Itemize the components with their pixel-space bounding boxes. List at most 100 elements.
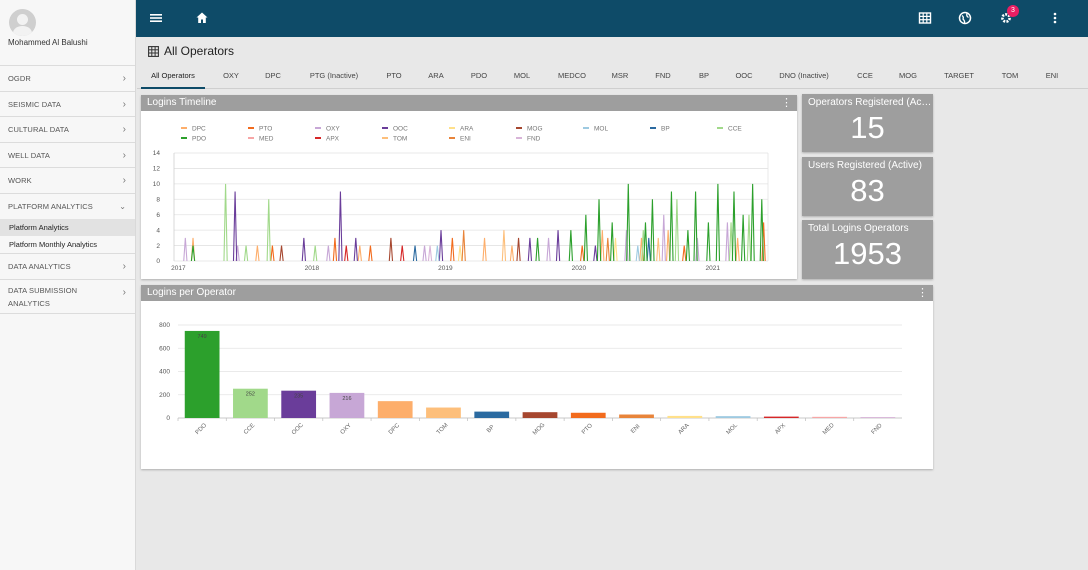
sidebar-item-work[interactable]: WORK › [0,168,135,194]
stat-value: 15 [850,110,885,145]
bar-mog [522,412,558,418]
y-tick-label: 12 [153,166,161,173]
tab-dno-inactive[interactable]: DNO (Inactive) [772,64,836,89]
tab-fnd[interactable]: FND [649,64,677,89]
menu-icon[interactable] [148,10,164,26]
tab-bp[interactable]: BP [692,64,716,89]
sidebar-item-platform-analytics[interactable]: PLATFORM ANALYTICS ⌄ [0,194,135,220]
legend-label: FND [527,136,541,143]
sidebar-item-data-submission-analytics[interactable]: DATA SUBMISSION ANALYTICS › [0,280,135,314]
series-point [457,245,463,262]
chevron-right-icon: › [122,124,126,135]
legend-item-oxy: OXY [315,126,340,133]
more-vert-icon[interactable]: ⋮ [917,285,928,301]
bar-apx [763,416,799,418]
series-point [313,245,318,262]
legend-label: MED [259,136,274,143]
tab-mog[interactable]: MOG [894,64,922,89]
x-tick-label: MOL [726,422,740,436]
series-point [580,245,585,262]
tab-dpc[interactable]: DPC [259,64,287,89]
series-point [661,214,666,262]
series-point [388,237,394,262]
tab-ara[interactable]: ARA [422,64,450,89]
sidebar-item-ogdr[interactable]: OGDR › [0,66,135,92]
bar-data-label: 216 [342,396,351,402]
logins-per-operator-card: Logins per Operator ⋮ 0 200 400 600 800 749 PD… [141,285,933,469]
sidebar-item-label: DATA SUBMISSION ANALYTICS [8,285,78,308]
home-icon[interactable] [194,10,210,26]
series-point [344,245,349,262]
sidebar-item-seismic-data[interactable]: SEISMIC DATA › [0,92,135,117]
avatar[interactable] [9,9,36,36]
chevron-right-icon: › [122,175,126,186]
series-point [353,237,358,262]
bar-ara [667,415,703,418]
sidebar-subitem-platform-analytics[interactable]: Platform Analytics [0,219,135,236]
legend-label: PTO [259,126,272,133]
series-point [593,245,598,262]
sidebar-subitem-platform-monthly-analytics[interactable]: Platform Monthly Analytics [0,236,135,253]
series-point [706,222,711,262]
x-tick-label: OXY [340,423,353,436]
series-apx [344,245,405,262]
sidebar-item-data-analytics[interactable]: DATA ANALYTICS › [0,254,135,280]
series-point [643,222,648,262]
sidebar-item-cultural-data[interactable]: CULTURAL DATA › [0,117,135,143]
bar-bp [474,411,510,418]
x-tick-label: ARA [678,423,691,436]
series-point [750,183,755,262]
tab-mol[interactable]: MOL [508,64,536,89]
tab-msr[interactable]: MSR [606,64,634,89]
operator-tabs: All Operators OXY DPC PTG (Inactive) PTO… [137,64,1088,89]
tab-target[interactable]: TARGET [938,64,980,89]
legend-label: MOL [594,126,608,133]
x-tick-label: BP [486,424,496,434]
legend-label: MOG [527,126,543,133]
user-name: Mohammed Al Balushi [8,38,88,47]
series-point [731,191,737,262]
stat-label: Total Logins Operators [808,223,909,234]
tab-pdo[interactable]: PDO [465,64,493,89]
series-point [255,245,260,262]
series-point [626,183,631,262]
series-point [613,237,618,262]
legend-label: ENI [460,136,471,143]
series-point [693,191,698,262]
more-vert-icon[interactable] [1047,10,1063,26]
card-header: Logins per Operator ⋮ [141,285,933,301]
tab-eni[interactable]: ENI [1039,64,1065,89]
legend-label: OXY [326,126,340,133]
legend-item-dpc: DPC [181,126,206,133]
tab-ptg-inactive[interactable]: PTG (Inactive) [303,64,365,89]
notification-badge[interactable]: 3 [1007,5,1019,17]
tab-oxy[interactable]: OXY [217,64,245,89]
more-vert-icon[interactable]: ⋮ [781,95,792,111]
table-icon [148,46,159,57]
x-tick-label: FND [871,422,884,435]
legend-label: CCE [728,126,742,133]
tab-pto[interactable]: PTO [380,64,408,89]
tab-all-operators[interactable]: All Operators [141,64,205,89]
grid-icon[interactable] [917,10,933,26]
legend-item-pdo: PDO [181,136,206,143]
y-tick-label: 0 [156,258,160,265]
tab-ooc[interactable]: OOC [730,64,758,89]
series-point [301,237,306,262]
series-point [605,237,610,262]
series-point [243,245,249,262]
y-tick-label: 400 [159,369,170,376]
card-header: Logins Timeline ⋮ [141,95,797,111]
series-point [368,245,373,262]
globe-icon[interactable] [957,10,973,26]
sidebar-item-label: CULTURAL DATA [8,125,70,134]
y-tick-label: 800 [159,322,170,329]
tab-medco[interactable]: MEDCO [552,64,592,89]
sidebar-item-well-data[interactable]: WELL DATA › [0,143,135,168]
bar-data-label: 749 [198,334,207,340]
tab-cce[interactable]: CCE [851,64,879,89]
y-tick-label: 10 [153,181,161,188]
bar-data-label: 235 [294,394,303,400]
stat-operators-registered: Operators Registered (Active) 15 [802,94,933,152]
tab-tom[interactable]: TOM [996,64,1024,89]
